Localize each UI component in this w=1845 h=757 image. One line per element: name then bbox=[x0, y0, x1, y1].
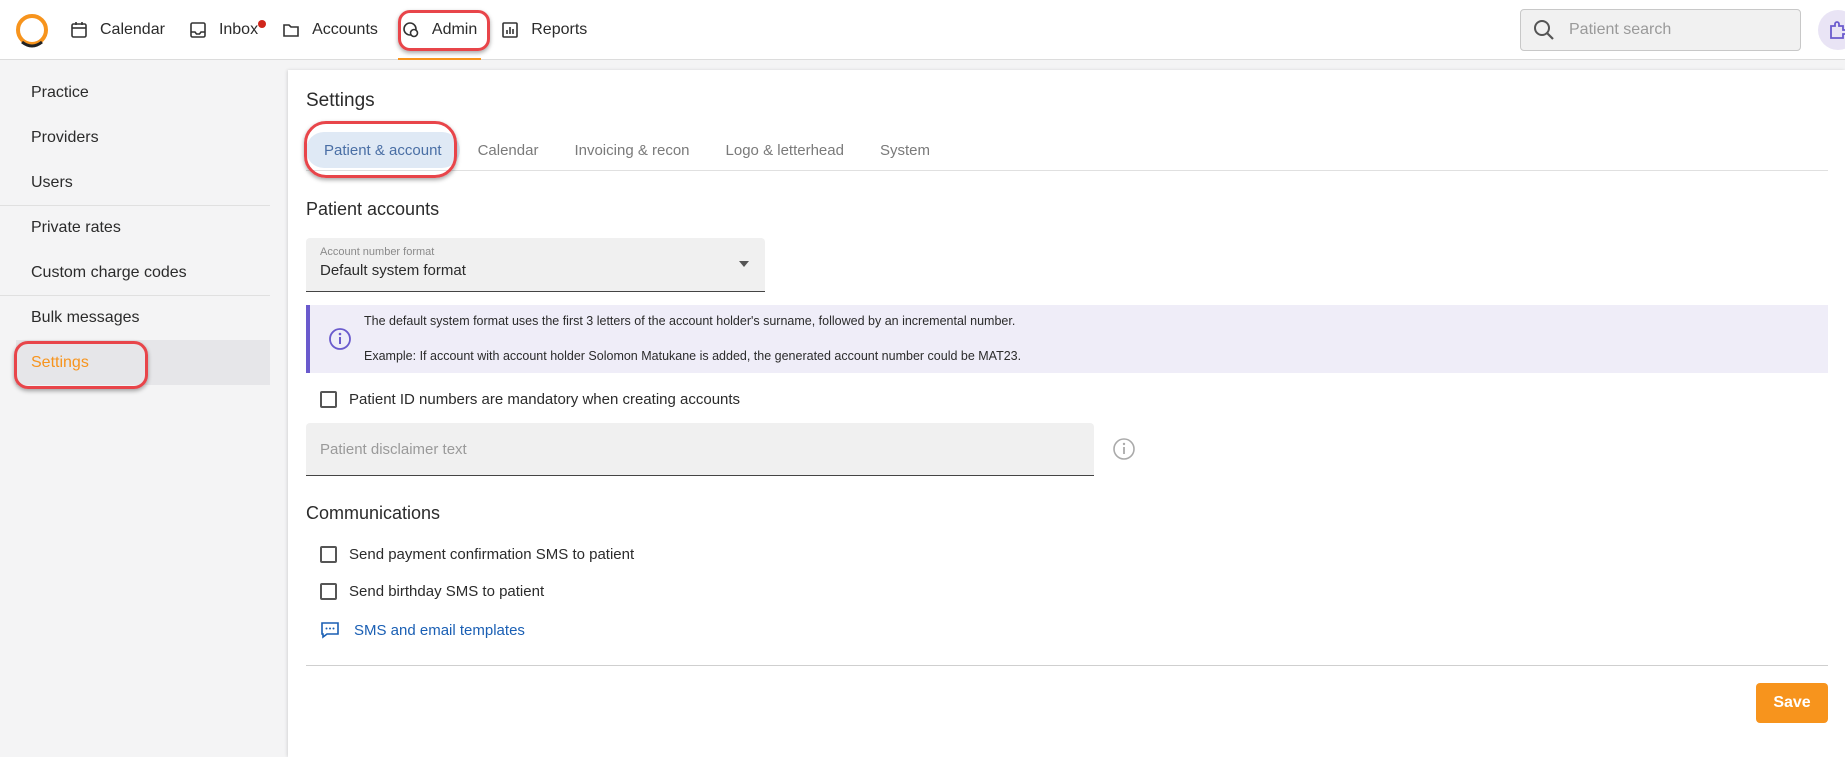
sidebar-item-providers[interactable]: Providers bbox=[0, 115, 270, 160]
nav-label-admin: Admin bbox=[431, 21, 478, 38]
info-icon bbox=[329, 328, 351, 350]
sidebar-label-providers: Providers bbox=[31, 128, 99, 146]
folder-icon bbox=[282, 21, 300, 39]
payment-sms-option: Send payment confirmation SMS to patient bbox=[320, 546, 634, 563]
sidebar-item-private-rates[interactable]: Private rates bbox=[0, 205, 270, 250]
extension-button[interactable] bbox=[1818, 10, 1845, 50]
communications-heading: Communications bbox=[306, 503, 441, 523]
patient-search-input[interactable] bbox=[1569, 21, 1789, 39]
message-icon bbox=[321, 622, 339, 639]
sms-email-templates-label: SMS and email templates bbox=[354, 621, 525, 639]
tab-label-patient-account: Patient & account bbox=[324, 141, 442, 159]
payment-sms-checkbox[interactable] bbox=[320, 546, 337, 563]
sidebar-item-settings[interactable]: Settings bbox=[16, 340, 270, 385]
info-text-example: Example: If account with account holder … bbox=[364, 349, 1022, 363]
sms-email-templates-link[interactable]: SMS and email templates bbox=[320, 620, 525, 640]
id-mandatory-option: Patient ID numbers are mandatory when cr… bbox=[320, 391, 740, 408]
calendar-icon bbox=[70, 21, 88, 39]
account-number-format-select[interactable]: Account number format Default system for… bbox=[306, 238, 765, 292]
nav-item-accounts[interactable]: Accounts bbox=[270, 0, 390, 60]
account-number-format-label: Account number format bbox=[320, 246, 435, 258]
nav-item-admin[interactable]: Admin bbox=[390, 0, 489, 60]
nav-label-accounts: Accounts bbox=[312, 21, 378, 38]
tab-label-logo-letterhead: Logo & letterhead bbox=[725, 141, 844, 159]
patient-disclaimer-input[interactable] bbox=[320, 440, 1080, 458]
inbox-icon bbox=[189, 21, 207, 39]
sidebar-label-practice: Practice bbox=[31, 83, 89, 101]
page-title: Settings bbox=[306, 90, 375, 111]
birthday-sms-checkbox[interactable] bbox=[320, 583, 337, 600]
chevron-down-icon bbox=[739, 261, 749, 267]
sidebar-label-private-rates: Private rates bbox=[31, 219, 121, 236]
nav-label-reports: Reports bbox=[531, 21, 588, 38]
save-button[interactable]: Save bbox=[1756, 683, 1828, 723]
account-number-format-value: Default system format bbox=[320, 262, 466, 279]
inbox-badge bbox=[258, 20, 267, 28]
sidebar-item-practice[interactable]: Practice bbox=[0, 70, 270, 115]
nav-label-calendar: Calendar bbox=[100, 21, 165, 38]
id-mandatory-checkbox[interactable] bbox=[320, 391, 337, 408]
settings-tabs: Patient & account Calendar Invoicing & r… bbox=[306, 130, 1828, 171]
sidebar: Practice Providers Users Private rates C… bbox=[0, 70, 270, 385]
tab-logo-letterhead[interactable]: Logo & letterhead bbox=[708, 130, 862, 170]
search-icon bbox=[1534, 20, 1554, 40]
id-mandatory-label: Patient ID numbers are mandatory when cr… bbox=[349, 391, 741, 408]
tab-calendar[interactable]: Calendar bbox=[460, 130, 557, 170]
nav-item-calendar[interactable]: Calendar bbox=[58, 0, 177, 60]
sidebar-item-custom-charge-codes[interactable]: Custom charge codes bbox=[0, 250, 270, 295]
settings-panel: Settings Patient & account Calendar Invo… bbox=[288, 70, 1845, 757]
admin-icon bbox=[402, 21, 420, 39]
tab-label-system: System bbox=[879, 141, 930, 159]
disclaimer-info-icon[interactable] bbox=[1112, 437, 1136, 461]
logo-icon[interactable] bbox=[14, 12, 50, 48]
sidebar-label-users: Users bbox=[31, 173, 73, 191]
tab-system[interactable]: System bbox=[862, 130, 948, 170]
info-text-format: The default system format uses the first… bbox=[364, 314, 1016, 328]
sidebar-item-users[interactable]: Users bbox=[0, 160, 270, 205]
patient-disclaimer-field[interactable] bbox=[306, 423, 1094, 476]
tab-invoicing-recon[interactable]: Invoicing & recon bbox=[556, 130, 707, 170]
nav-label-inbox: Inbox bbox=[218, 21, 259, 38]
puzzle-icon bbox=[1830, 21, 1845, 39]
nav-item-inbox[interactable]: Inbox bbox=[177, 0, 270, 60]
reports-icon bbox=[501, 21, 519, 39]
patient-accounts-heading: Patient accounts bbox=[306, 199, 440, 219]
tab-patient-account[interactable]: Patient & account bbox=[306, 132, 460, 168]
sidebar-label-settings: Settings bbox=[31, 353, 89, 371]
patient-search[interactable] bbox=[1520, 9, 1801, 51]
format-info-box: The default system format uses the first… bbox=[306, 305, 1828, 373]
tab-label-invoicing-recon: Invoicing & recon bbox=[574, 141, 690, 159]
sidebar-label-bulk-messages: Bulk messages bbox=[31, 309, 140, 326]
birthday-sms-option: Send birthday SMS to patient bbox=[320, 583, 544, 600]
sidebar-item-bulk-messages[interactable]: Bulk messages bbox=[0, 295, 270, 340]
main-nav: Calendar Inbox Accounts Admin Reports bbox=[58, 0, 599, 60]
sidebar-label-custom-charge-codes: Custom charge codes bbox=[31, 263, 187, 281]
footer-divider bbox=[306, 665, 1828, 666]
nav-item-reports[interactable]: Reports bbox=[489, 0, 599, 60]
birthday-sms-label: Send birthday SMS to patient bbox=[349, 583, 545, 600]
payment-sms-label: Send payment confirmation SMS to patient bbox=[349, 546, 635, 563]
tab-label-calendar: Calendar bbox=[477, 141, 539, 159]
top-bar: Calendar Inbox Accounts Admin Reports Pa… bbox=[0, 0, 1845, 60]
